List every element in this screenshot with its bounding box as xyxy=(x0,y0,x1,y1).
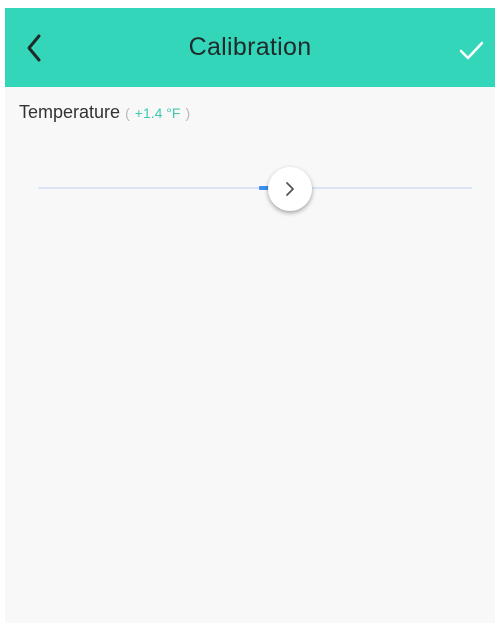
back-button[interactable] xyxy=(19,30,53,66)
header-bar: Calibration xyxy=(5,8,495,87)
chevron-left-icon xyxy=(19,30,53,66)
temperature-setting-label: Temperature ( +1.4 °F ) xyxy=(19,100,190,124)
checkmark-icon xyxy=(453,33,489,67)
paren-close: ) xyxy=(185,105,191,121)
slider-thumb[interactable] xyxy=(267,167,312,211)
screen: Calibration Temperature ( +1.4 °F ) xyxy=(0,0,500,623)
slider-track[interactable] xyxy=(38,187,472,189)
temperature-slider[interactable] xyxy=(38,166,472,211)
paren-open: ( xyxy=(125,105,130,121)
confirm-button[interactable] xyxy=(453,33,489,67)
temperature-value: +1.4 °F xyxy=(134,105,181,121)
page-title: Calibration xyxy=(188,33,312,61)
temperature-label: Temperature xyxy=(19,102,121,122)
calibration-panel: Calibration Temperature ( +1.4 °F ) xyxy=(5,8,495,623)
